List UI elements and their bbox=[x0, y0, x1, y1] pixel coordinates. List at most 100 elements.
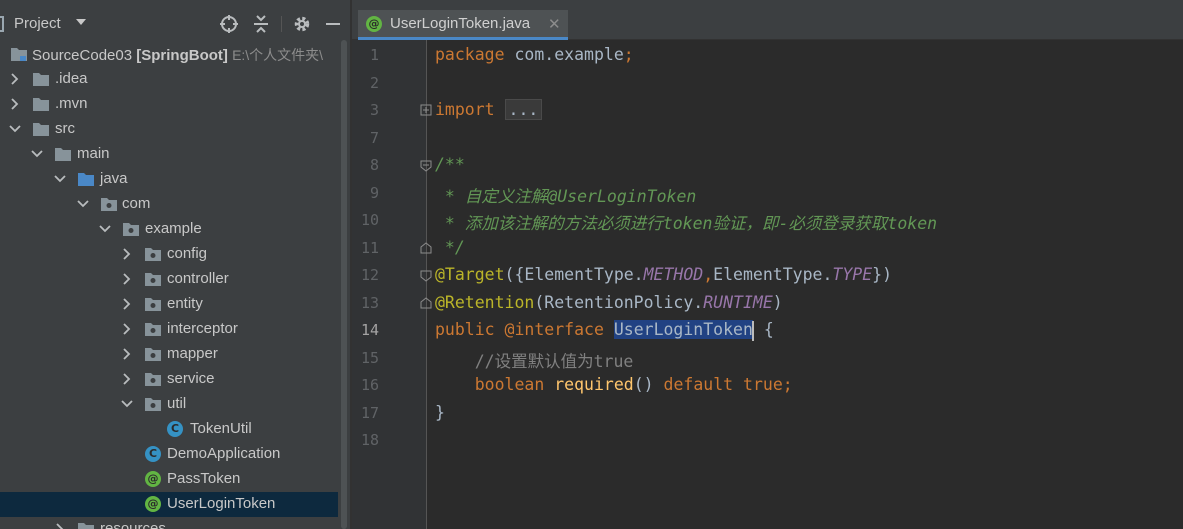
project-tool-window: Project SourceCode03 [SpringBoot] E:\个人文… bbox=[0, 0, 350, 529]
tree-item-label: service bbox=[167, 370, 215, 387]
line-number: 15 bbox=[360, 349, 379, 367]
chevron-right-icon[interactable] bbox=[120, 272, 134, 286]
tree-item-util[interactable]: util bbox=[0, 392, 350, 417]
code-line-13: @Retention(RetentionPolicy.RUNTIME) bbox=[435, 293, 783, 312]
chevron-down-icon[interactable] bbox=[120, 397, 134, 411]
project-panel-scrollbar[interactable] bbox=[338, 40, 350, 529]
tree-item-label: PassToken bbox=[167, 470, 241, 487]
fold-end-icon[interactable] bbox=[420, 297, 432, 309]
code-text: (RetentionPolicy. bbox=[534, 293, 704, 312]
tree-item-label: resources bbox=[100, 520, 166, 529]
tree-item-label: main bbox=[77, 145, 110, 162]
line-number: 17 bbox=[360, 404, 379, 422]
chevron-right-icon[interactable] bbox=[8, 72, 22, 86]
keyword: package bbox=[435, 45, 505, 64]
tree-item-label: mapper bbox=[167, 345, 218, 362]
tree-item-mapper[interactable]: mapper bbox=[0, 342, 350, 367]
chevron-down-icon[interactable] bbox=[76, 19, 86, 25]
tree-item-interceptor[interactable]: interceptor bbox=[0, 317, 350, 342]
tree-item-label: example bbox=[145, 220, 202, 237]
fold-collapse-icon[interactable] bbox=[420, 160, 432, 172]
tree-item-demoapplication[interactable]: C DemoApplication bbox=[0, 442, 350, 467]
tree-item-main[interactable]: main bbox=[0, 142, 350, 167]
fold-collapse-icon[interactable] bbox=[420, 270, 432, 282]
hide-icon[interactable] bbox=[322, 13, 344, 35]
package-icon bbox=[101, 198, 117, 211]
chevron-down-icon[interactable] bbox=[30, 147, 44, 161]
tree-item-example[interactable]: example bbox=[0, 217, 350, 242]
fold-expand-icon[interactable] bbox=[420, 104, 432, 116]
folded-imports[interactable]: ... bbox=[504, 99, 543, 120]
code-line-16: boolean required() default true; bbox=[435, 375, 793, 394]
module-folder-icon bbox=[11, 48, 27, 61]
tab-userlogintoken-java[interactable]: @ UserLoginToken.java ✕ bbox=[358, 10, 568, 40]
selected-identifier[interactable]: UserLoginToken bbox=[613, 320, 753, 339]
gear-icon[interactable] bbox=[291, 13, 313, 35]
chevron-right-icon[interactable] bbox=[120, 347, 134, 361]
tree-item-label: interceptor bbox=[167, 320, 238, 337]
tree-item-userlogintoken[interactable]: @ UserLoginToken bbox=[0, 492, 350, 517]
chevron-down-icon[interactable] bbox=[8, 122, 22, 136]
code-line-9: * 自定义注解@UserLoginToken bbox=[435, 187, 697, 206]
project-type-label: [SpringBoot] bbox=[136, 47, 228, 64]
scrollbar-thumb[interactable] bbox=[341, 40, 347, 529]
chevron-right-icon[interactable] bbox=[120, 297, 134, 311]
package-icon bbox=[145, 248, 161, 261]
tree-item-config[interactable]: config bbox=[0, 242, 350, 267]
tree-item-mvn[interactable]: .mvn bbox=[0, 92, 350, 117]
tree-item-com[interactable]: com bbox=[0, 192, 350, 217]
collapse-all-icon[interactable] bbox=[250, 13, 272, 35]
chevron-down-icon[interactable] bbox=[76, 197, 90, 211]
project-path-label: E:\个人文件夹\ bbox=[232, 47, 324, 63]
tree-item-idea[interactable]: .idea bbox=[0, 67, 350, 92]
folder-icon bbox=[33, 98, 49, 111]
tree-item-label: entity bbox=[167, 295, 203, 312]
line-number: 18 bbox=[360, 431, 379, 449]
line-number: 11 bbox=[360, 239, 379, 257]
package-icon bbox=[145, 323, 161, 336]
tree-item-label: TokenUtil bbox=[190, 420, 252, 437]
tree-item-resources[interactable]: resources bbox=[0, 517, 350, 529]
semicolon: ; bbox=[782, 375, 793, 394]
tree-item-src[interactable]: src bbox=[0, 117, 350, 142]
code-line-1: package com.example; bbox=[435, 45, 634, 64]
project-view-icon bbox=[0, 16, 4, 32]
tree-item-controller[interactable]: controller bbox=[0, 267, 350, 292]
annotation: @Retention bbox=[435, 293, 535, 312]
fold-end-icon[interactable] bbox=[420, 242, 432, 254]
line-number: 1 bbox=[369, 46, 379, 64]
code-text: ElementType. bbox=[713, 265, 833, 284]
chevron-right-icon[interactable] bbox=[120, 372, 134, 386]
method-name: required bbox=[554, 375, 634, 394]
tree-item-label: UserLoginToken bbox=[167, 495, 276, 512]
line-number: 13 bbox=[360, 294, 379, 312]
tree-item-service[interactable]: service bbox=[0, 367, 350, 392]
chevron-right-icon[interactable] bbox=[8, 97, 22, 111]
project-root-label: SourceCode03 bbox=[32, 47, 133, 64]
project-panel-header: Project bbox=[0, 10, 350, 40]
tree-item-java[interactable]: java bbox=[0, 167, 350, 192]
chevron-right-icon[interactable] bbox=[120, 322, 134, 336]
comma: , bbox=[703, 265, 714, 284]
locate-icon[interactable] bbox=[218, 13, 240, 35]
tree-item-tokenutil[interactable]: C TokenUtil bbox=[0, 417, 350, 442]
code-line-8: /** bbox=[435, 155, 465, 174]
code-line-10: * 添加该注解的方法必须进行token验证，即-必须登录获取token bbox=[435, 214, 938, 233]
tree-item-label: util bbox=[167, 395, 187, 412]
close-icon[interactable]: ✕ bbox=[548, 15, 561, 33]
enum-constant: METHOD bbox=[643, 265, 704, 284]
chevron-right-icon[interactable] bbox=[53, 522, 67, 529]
project-view-selector[interactable]: Project bbox=[14, 15, 61, 32]
chevron-down-icon[interactable] bbox=[98, 222, 112, 236]
code-line-15: //设置默认值为true bbox=[435, 352, 634, 371]
chevron-down-icon[interactable] bbox=[53, 172, 67, 186]
chevron-right-icon[interactable] bbox=[120, 247, 134, 261]
tree-item-entity[interactable]: entity bbox=[0, 292, 350, 317]
keyword: import bbox=[435, 100, 495, 119]
tree-item-project-root[interactable]: SourceCode03 [SpringBoot] E:\个人文件夹\ bbox=[0, 42, 350, 67]
folder-icon bbox=[55, 148, 71, 161]
tree-item-label: DemoApplication bbox=[167, 445, 281, 462]
tree-item-passtoken[interactable]: @ PassToken bbox=[0, 467, 350, 492]
tree-item-label: src bbox=[55, 120, 75, 137]
